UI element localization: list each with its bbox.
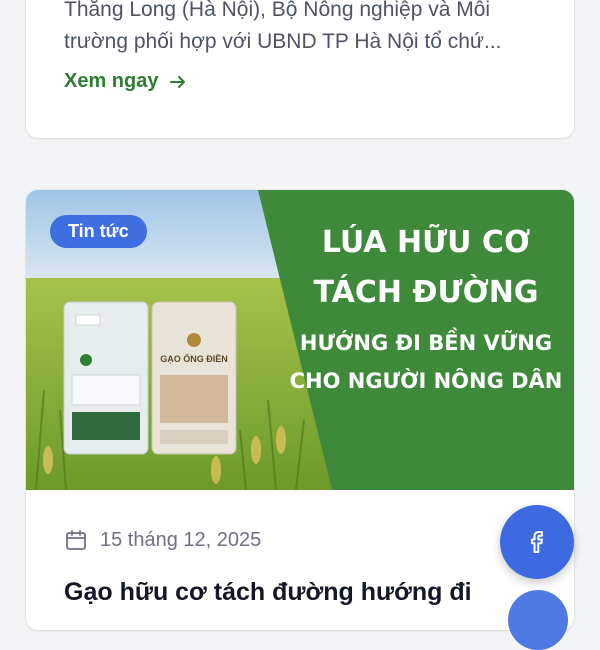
banner-line: TÁCH ĐƯỜNG xyxy=(313,275,539,310)
banner-line: CHO NGƯỜI NÔNG DÂN xyxy=(289,369,563,393)
facebook-icon xyxy=(531,531,543,553)
floating-action-button-secondary[interactable] xyxy=(508,590,568,650)
read-more-label: Xem ngay xyxy=(64,70,159,92)
excerpt-line: Thăng Long (Hà Nội), Bộ Nông nghiệp và M… xyxy=(64,0,491,21)
article-date: 15 tháng 12, 2025 xyxy=(64,528,261,552)
article-title[interactable]: Gạo hữu cơ tách đường hướng đi xyxy=(64,578,534,607)
svg-text:GẠO ỐNG ĐIỀN: GẠO ỐNG ĐIỀN xyxy=(160,353,228,364)
banner-line: HƯỚNG ĐI BỀN VỮNG xyxy=(299,331,553,355)
banner-headline: LÚA HỮU CƠ TÁCH ĐƯỜNG HƯỚNG ĐI BỀN VỮNG … xyxy=(281,218,571,400)
article-hero-image[interactable]: GẠO ỐNG ĐIỀN Tin tức LÚA HỮU CƠ TÁCH ĐƯỜ… xyxy=(26,190,574,490)
category-badge[interactable]: Tin tức xyxy=(50,215,147,248)
article-excerpt: Thăng Long (Hà Nội), Bộ Nông nghiệp và M… xyxy=(64,0,544,58)
read-more-link[interactable]: Xem ngay xyxy=(64,70,188,93)
arrow-right-icon xyxy=(170,75,186,88)
article-card[interactable]: GẠO ỐNG ĐIỀN Tin tức LÚA HỮU CƠ TÁCH ĐƯỜ… xyxy=(26,190,574,630)
banner-line: LÚA HỮU CƠ xyxy=(321,225,531,260)
facebook-share-button[interactable] xyxy=(500,505,574,579)
calendar-icon xyxy=(66,530,86,550)
date-text: 15 tháng 12, 2025 xyxy=(100,528,262,551)
excerpt-line: trường phối hợp với UBND TP Hà Nội tổ ch… xyxy=(64,30,502,53)
article-card-previous[interactable]: Thăng Long (Hà Nội), Bộ Nông nghiệp và M… xyxy=(26,0,574,138)
